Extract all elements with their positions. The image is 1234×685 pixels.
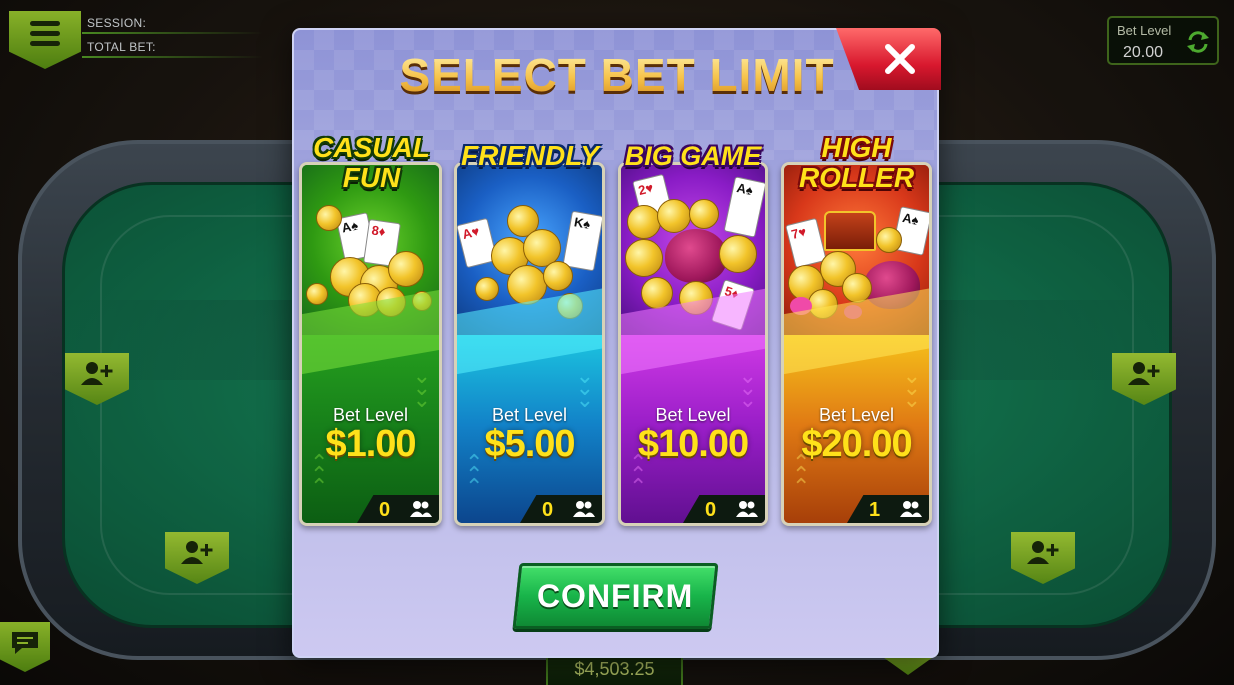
bet-option-friendly[interactable]: A♥ K♠ ⌄ ⌄ ⌄ ⌃ ⌃ ⌃ Bet Level $5.00 0 [454, 162, 605, 526]
playing-card-ace: A♠ [723, 176, 765, 238]
players-icon [900, 501, 922, 517]
card-title-line1: BIG GAME [624, 141, 762, 171]
players-icon [410, 501, 432, 517]
player-count-value: 1 [869, 499, 881, 521]
players-icon [736, 501, 758, 517]
dialog-title: SELECT BET LIMIT [0, 48, 1234, 102]
card-title-line1: HIGH [821, 132, 892, 163]
player-count-value: 0 [542, 499, 554, 521]
bet-option-big-game[interactable]: 2♥ A♠ 5♦ ⌄ ⌄ ⌄ ⌃ ⌃ ⌃ Bet Level $10.00 0 [618, 162, 768, 526]
bet-option-high-roller[interactable]: 7♥ A♠ ⌄ ⌄ ⌄ ⌃ ⌃ ⌃ Bet Level $20.00 1 [781, 162, 932, 526]
playing-card-king: K♠ [562, 210, 602, 272]
treasure-chest [824, 211, 876, 251]
card-title-line2: FUN [342, 162, 401, 193]
money-bag [665, 229, 727, 283]
card-title-line2: ROLLER [798, 162, 915, 193]
confirm-label: CONFIRM [537, 577, 694, 614]
confirm-button[interactable]: CONFIRM [512, 563, 719, 629]
casual-fun-title: CASUAL FUN [300, 133, 443, 193]
close-icon [884, 44, 915, 74]
player-count-value: 0 [379, 499, 391, 521]
bet-level-amount: $5.00 [484, 423, 575, 465]
friendly-title: FRIENDLY [446, 141, 614, 171]
player-count-value: 0 [705, 499, 717, 521]
bet-level-amount: $10.00 [637, 423, 749, 465]
high-roller-title: HIGH ROLLER [781, 133, 932, 193]
bet-option-casual-fun[interactable]: A♠ 8♦ ⌄ ⌄ ⌄ ⌃ ⌃ ⌃ Bet Level $1.00 0 [299, 162, 442, 526]
big-game-title: BIG GAME [612, 141, 774, 171]
card-title-line1: FRIENDLY [461, 140, 599, 171]
bet-level-amount: $1.00 [325, 423, 416, 465]
players-icon [573, 501, 595, 517]
card-title-line1: CASUAL [313, 132, 430, 163]
bet-level-amount: $20.00 [801, 423, 912, 465]
